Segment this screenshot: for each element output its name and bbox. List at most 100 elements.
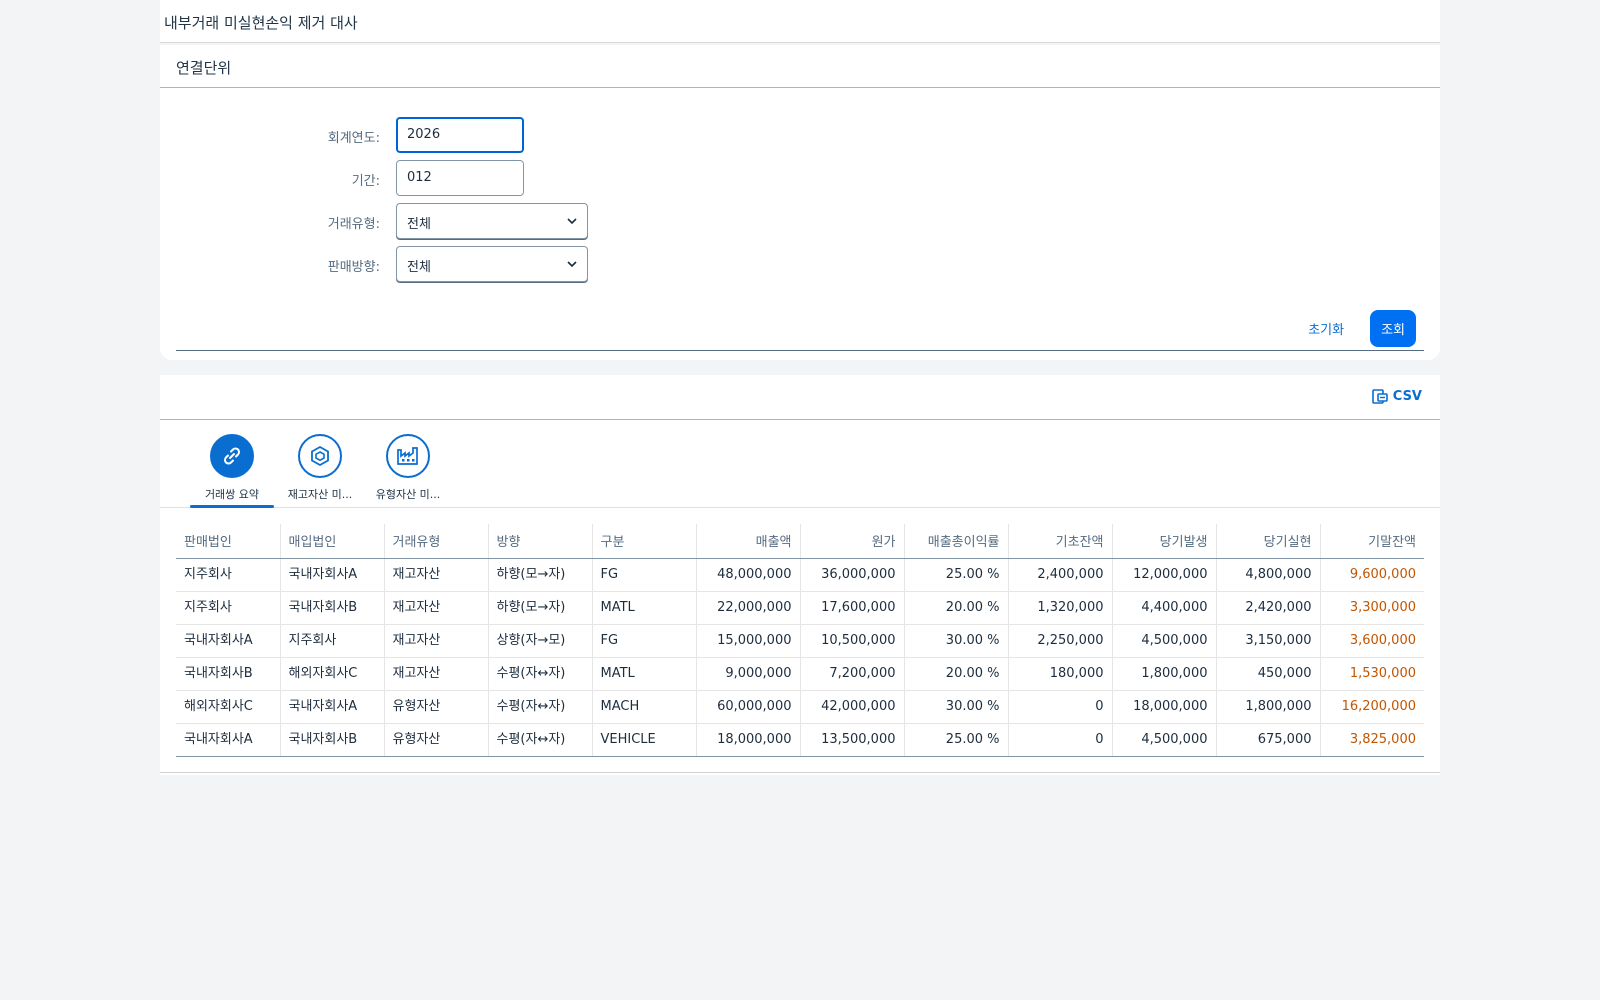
tab-inventory-label: 재고자산 미...	[287, 488, 353, 501]
table-cell: 25.00 %	[904, 558, 1009, 592]
tab-tangible-assets[interactable]: 유형자산 미...	[364, 434, 452, 508]
trans-type-value: 전체	[407, 217, 431, 232]
table-cell: 수평(자↔자)	[488, 657, 593, 691]
table-cell: 42,000,000	[800, 690, 905, 724]
table-cell: 3,600,000	[1320, 624, 1424, 658]
table-cell: MATL	[592, 591, 697, 625]
column-header[interactable]: 당기실현	[1216, 524, 1321, 559]
fiscal-year-row: 회계연도: 2026	[160, 117, 860, 153]
results-bottom-border	[160, 772, 1440, 773]
csv-export-button[interactable]: CSV	[1371, 387, 1422, 405]
table-cell: 2,250,000	[1008, 624, 1113, 658]
table-row[interactable]: 지주회사 국내자회사B 재고자산 하향(모→자) MATL 22,000,000 17,60…	[176, 591, 1424, 625]
table-cell: 16,200,000	[1320, 690, 1424, 724]
trans-type-select[interactable]: 전체	[396, 203, 588, 239]
table-cell: 하향(모→자)	[488, 591, 593, 625]
sales-dir-value: 전체	[407, 260, 431, 275]
table-cell: 재고자산	[384, 558, 489, 592]
table-cell: 2,420,000	[1216, 591, 1321, 625]
table-cell: 재고자산	[384, 624, 489, 658]
reset-button[interactable]: 초기화	[1296, 311, 1356, 346]
table-cell: FG	[592, 624, 697, 658]
chevron-down-icon	[567, 261, 577, 268]
table-cell: 15,000,000	[696, 624, 801, 658]
table-cell: 1,800,000	[1112, 657, 1217, 691]
link-icon	[223, 447, 241, 465]
table-cell: 1,800,000	[1216, 690, 1321, 724]
csv-export-label: CSV	[1392, 388, 1422, 404]
column-header[interactable]: 판매법인	[176, 524, 281, 559]
table-cell: 지주회사	[176, 591, 281, 625]
filter-panel-title: 연결단위	[160, 45, 1440, 88]
table-cell: 재고자산	[384, 657, 489, 691]
table-cell: 30.00 %	[904, 624, 1009, 658]
table-cell: 22,000,000	[696, 591, 801, 625]
tab-pair-summary-circle	[210, 434, 254, 478]
search-button[interactable]: 조회	[1370, 310, 1416, 347]
fiscal-year-label: 회계연도:	[327, 131, 380, 146]
table-cell: FG	[592, 558, 697, 592]
column-header[interactable]: 구분	[592, 524, 697, 559]
column-header[interactable]: 매출총이익률	[904, 524, 1009, 559]
table-cell: 3,825,000	[1320, 723, 1424, 757]
table-row[interactable]: 지주회사 국내자회사A 재고자산 하향(모→자) FG 48,000,000 36,000,…	[176, 558, 1424, 592]
column-header[interactable]: 매출액	[696, 524, 801, 559]
tab-tangible-assets-circle	[386, 434, 430, 478]
page-title: 내부거래 미실현손익 제거 대사	[160, 0, 1440, 43]
column-header[interactable]: 원가	[800, 524, 905, 559]
results-table-wrap: 판매법인 매입법인 거래유형 방향 구분 매출액 원가 매출총이익률 기초잔액 당기발생 당기실현 기…	[176, 524, 1424, 757]
tab-inventory[interactable]: 재고자산 미...	[276, 434, 364, 508]
column-header[interactable]: 기말잔액	[1320, 524, 1424, 559]
table-row[interactable]: 국내자회사A 지주회사 재고자산 상향(자→모) FG 15,000,000 10,500,…	[176, 624, 1424, 658]
table-row[interactable]: 국내자회사A 국내자회사B 유형자산 수평(자↔자) VEHICLE 18,000,000…	[176, 723, 1424, 757]
table-cell: 20.00 %	[904, 591, 1009, 625]
trans-type-row: 거래유형: 전체	[160, 203, 860, 239]
factory-icon	[397, 447, 418, 465]
filter-actions: 초기화 조회	[1296, 310, 1416, 347]
table-cell: 48,000,000	[696, 558, 801, 592]
inventory-icon	[311, 445, 329, 467]
column-header[interactable]: 방향	[488, 524, 593, 559]
table-cell: 36,000,000	[800, 558, 905, 592]
table-body: 지주회사 국내자회사A 재고자산 하향(모→자) FG 48,000,000 36,000,…	[176, 558, 1424, 757]
table-cell: 국내자회사A	[176, 624, 281, 658]
results-table: 판매법인 매입법인 거래유형 방향 구분 매출액 원가 매출총이익률 기초잔액 당기발생 당기실현 기…	[176, 524, 1424, 757]
sales-dir-select[interactable]: 전체	[396, 246, 588, 282]
table-cell: 지주회사	[176, 558, 281, 592]
table-cell: 12,000,000	[1112, 558, 1217, 592]
table-cell: 국내자회사B	[176, 657, 281, 691]
table-cell: 9,000,000	[696, 657, 801, 691]
table-cell: 17,600,000	[800, 591, 905, 625]
column-header[interactable]: 당기발생	[1112, 524, 1217, 559]
tab-bar: 거래쌍 요약 재고자산 미... 유형자산 미...	[160, 420, 1440, 508]
table-cell: 4,500,000	[1112, 624, 1217, 658]
tab-pair-summary[interactable]: 거래쌍 요약	[188, 434, 276, 508]
table-cell: 1,320,000	[1008, 591, 1113, 625]
table-cell: 지주회사	[280, 624, 385, 658]
table-cell: 1,530,000	[1320, 657, 1424, 691]
period-input[interactable]: 012	[396, 160, 524, 196]
table-cell: 재고자산	[384, 591, 489, 625]
table-cell: 유형자산	[384, 690, 489, 724]
fiscal-year-input[interactable]: 2026	[396, 117, 524, 153]
table-cell: 20.00 %	[904, 657, 1009, 691]
table-cell: 3,300,000	[1320, 591, 1424, 625]
column-header[interactable]: 매입법인	[280, 524, 385, 559]
table-row[interactable]: 해외자회사C 국내자회사A 유형자산 수평(자↔자) MACH 60,000,000 42,…	[176, 690, 1424, 724]
table-cell: 국내자회사A	[280, 558, 385, 592]
results-panel: CSV 거래쌍 요약 재고자산 미... 유형자산 미... 판매법인 매입법인…	[160, 375, 1440, 775]
table-cell: 18,000,000	[696, 723, 801, 757]
table-cell: 4,800,000	[1216, 558, 1321, 592]
table-cell: 4,500,000	[1112, 723, 1217, 757]
table-cell: 3,150,000	[1216, 624, 1321, 658]
table-cell: 30.00 %	[904, 690, 1009, 724]
column-header[interactable]: 기초잔액	[1008, 524, 1113, 559]
table-cell: VEHICLE	[592, 723, 697, 757]
table-cell: 국내자회사A	[176, 723, 281, 757]
tab-tangible-assets-label: 유형자산 미...	[375, 488, 441, 501]
table-cell: 해외자회사C	[176, 690, 281, 724]
table-cell: 25.00 %	[904, 723, 1009, 757]
column-header[interactable]: 거래유형	[384, 524, 489, 559]
chevron-down-icon	[567, 218, 577, 225]
table-row[interactable]: 국내자회사B 해외자회사C 재고자산 수평(자↔자) MATL 9,000,000 7,20…	[176, 657, 1424, 691]
